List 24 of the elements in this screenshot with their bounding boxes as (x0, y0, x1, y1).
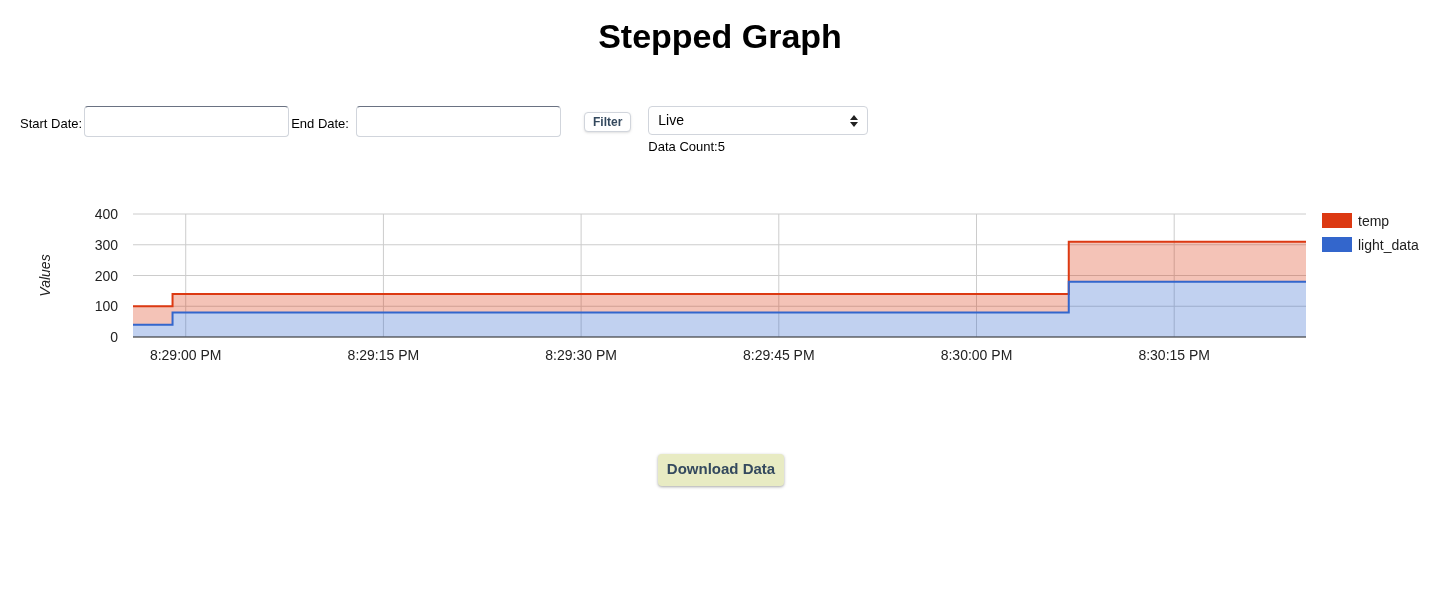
y-tick-label: 400 (94, 205, 118, 222)
end-date-field[interactable] (355, 106, 561, 137)
y-tick-label: 300 (94, 236, 118, 253)
legend-label: temp (1358, 212, 1390, 229)
end-date-label: End Date: (291, 115, 349, 133)
y-tick-label: 0 (110, 328, 118, 345)
x-tick-label: 8:29:15 PM (347, 346, 420, 363)
x-tick-label: 8:29:30 PM (545, 346, 617, 363)
y-axis-title: Values (37, 253, 53, 297)
mode-select[interactable]: Live (648, 106, 869, 135)
x-tick-label: 8:30:00 PM (940, 346, 1013, 363)
y-tick-label: 200 (94, 267, 118, 283)
y-tick-label: 100 (94, 297, 118, 314)
x-tick-label: 8:29:00 PM (149, 346, 222, 363)
download-button[interactable]: Download Data (657, 453, 785, 486)
data-count-text: Data Count:5 (648, 138, 726, 156)
start-date-field[interactable] (84, 106, 290, 137)
filter-button[interactable]: Filter (583, 112, 632, 132)
x-tick-label: 8:29:45 PM (743, 346, 815, 363)
updown-caret-icon (850, 114, 859, 127)
start-date-label: Start Date: (20, 115, 83, 133)
legend-label: light_data (1358, 236, 1419, 253)
page-title: Stepped Graph (597, 16, 843, 57)
x-tick-label: 8:30:15 PM (1138, 346, 1210, 363)
